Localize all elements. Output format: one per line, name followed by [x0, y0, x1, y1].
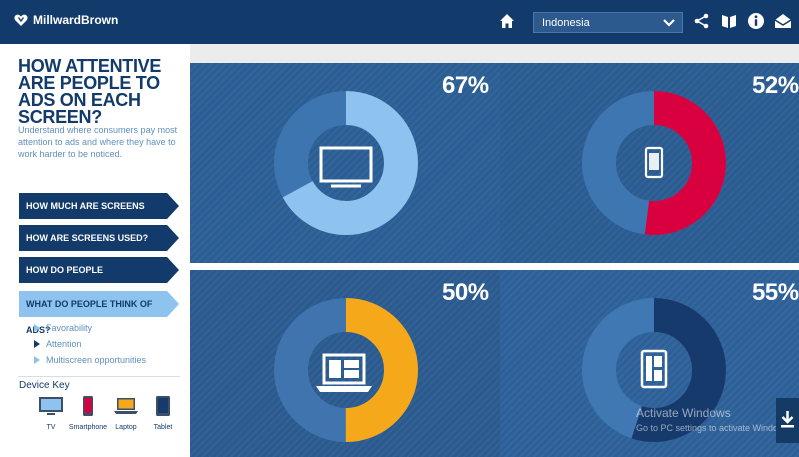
- device-key-tablet: Tablet: [143, 396, 183, 431]
- nav-what-people-think-of-ads[interactable]: WHAT DO PEOPLE THINK OF ADS?: [19, 291, 179, 335]
- nav-how-much-screens-used[interactable]: HOW MUCH ARE SCREENS USED?: [19, 193, 179, 237]
- chevron-down-icon: [663, 19, 675, 27]
- attention-percent-laptop: 50%: [442, 279, 489, 306]
- book-icon[interactable]: [720, 12, 738, 30]
- divider: [18, 376, 180, 377]
- subnav-label: Multiscreen opportunities: [46, 355, 147, 365]
- attention-panel-laptop: 50%: [190, 270, 500, 457]
- laptop-icon: [316, 353, 372, 392]
- page-title: HOW ATTENTIVE ARE PEOPLE TO ADS ON EACH …: [18, 56, 162, 127]
- sidebar: HOW ATTENTIVE ARE PEOPLE TO ADS ON EACH …: [0, 44, 190, 457]
- device-key-title: Device Key: [19, 380, 70, 391]
- subnav-label: Attention: [46, 339, 82, 349]
- tv-icon: [39, 397, 63, 415]
- attention-percent-tv: 67%: [442, 72, 489, 99]
- download-button[interactable]: [776, 398, 799, 443]
- device-key-smartphone: Smartphone: [68, 396, 108, 431]
- home-icon[interactable]: [499, 13, 515, 29]
- attention-percent-tablet: 55%: [752, 279, 799, 306]
- tablet-icon: [156, 396, 170, 416]
- bullet-arrow-icon: [34, 324, 40, 332]
- activate-windows-subtitle: Go to PC settings to activate Windows.: [636, 423, 792, 433]
- share-icon[interactable]: [693, 12, 711, 30]
- activate-windows-title: Activate Windows: [636, 406, 731, 420]
- subnav-attention[interactable]: Attention: [34, 339, 82, 349]
- download-icon: [781, 411, 794, 428]
- nav-how-screens-used[interactable]: HOW ARE SCREENS USED?: [19, 225, 179, 251]
- attention-panel-smartphone: 52%: [500, 63, 799, 263]
- attention-donut-laptop: [274, 298, 418, 442]
- content-top-strip: [190, 44, 799, 63]
- tv-icon: [319, 146, 373, 188]
- device-key-label: TV: [46, 424, 56, 431]
- device-key-tv: TV: [31, 396, 71, 431]
- subnav-favorability[interactable]: Favorability: [34, 323, 92, 333]
- laptop-icon: [114, 398, 138, 414]
- brand-name: MillwardBrown: [33, 13, 119, 27]
- attention-panel-tv: 67%: [190, 63, 500, 263]
- nav-how-people-multiscreen[interactable]: HOW DO PEOPLE MULTISCREEN?: [19, 257, 179, 301]
- email-icon[interactable]: [774, 12, 792, 30]
- device-key-label: Laptop: [115, 424, 137, 431]
- subnav-multiscreen-opportunities[interactable]: Multiscreen opportunities: [34, 355, 146, 365]
- brand[interactable]: MillwardBrown: [14, 13, 118, 27]
- attention-donut-tv: [274, 91, 418, 235]
- top-bar: MillwardBrown Indonesia: [0, 0, 799, 44]
- attention-percent-smartphone: 52%: [752, 72, 799, 99]
- millwardbrown-logo-icon: [14, 14, 28, 26]
- bullet-arrow-icon: [34, 340, 40, 348]
- smartphone-icon: [83, 396, 93, 416]
- subnav-label: Favorability: [46, 323, 93, 333]
- country-select-value: Indonesia: [542, 17, 590, 29]
- country-select[interactable]: Indonesia: [533, 12, 683, 33]
- info-icon[interactable]: [747, 12, 765, 30]
- tablet-icon: [640, 349, 668, 389]
- page-subtitle: Understand where consumers pay most atte…: [18, 125, 178, 159]
- attention-donut-smartphone: [582, 91, 726, 235]
- smartphone-icon: [644, 146, 664, 179]
- bullet-arrow-icon: [34, 356, 40, 364]
- device-key-laptop: Laptop: [106, 396, 146, 431]
- device-key-label: Tablet: [153, 424, 173, 431]
- device-key-label: Smartphone: [68, 424, 108, 431]
